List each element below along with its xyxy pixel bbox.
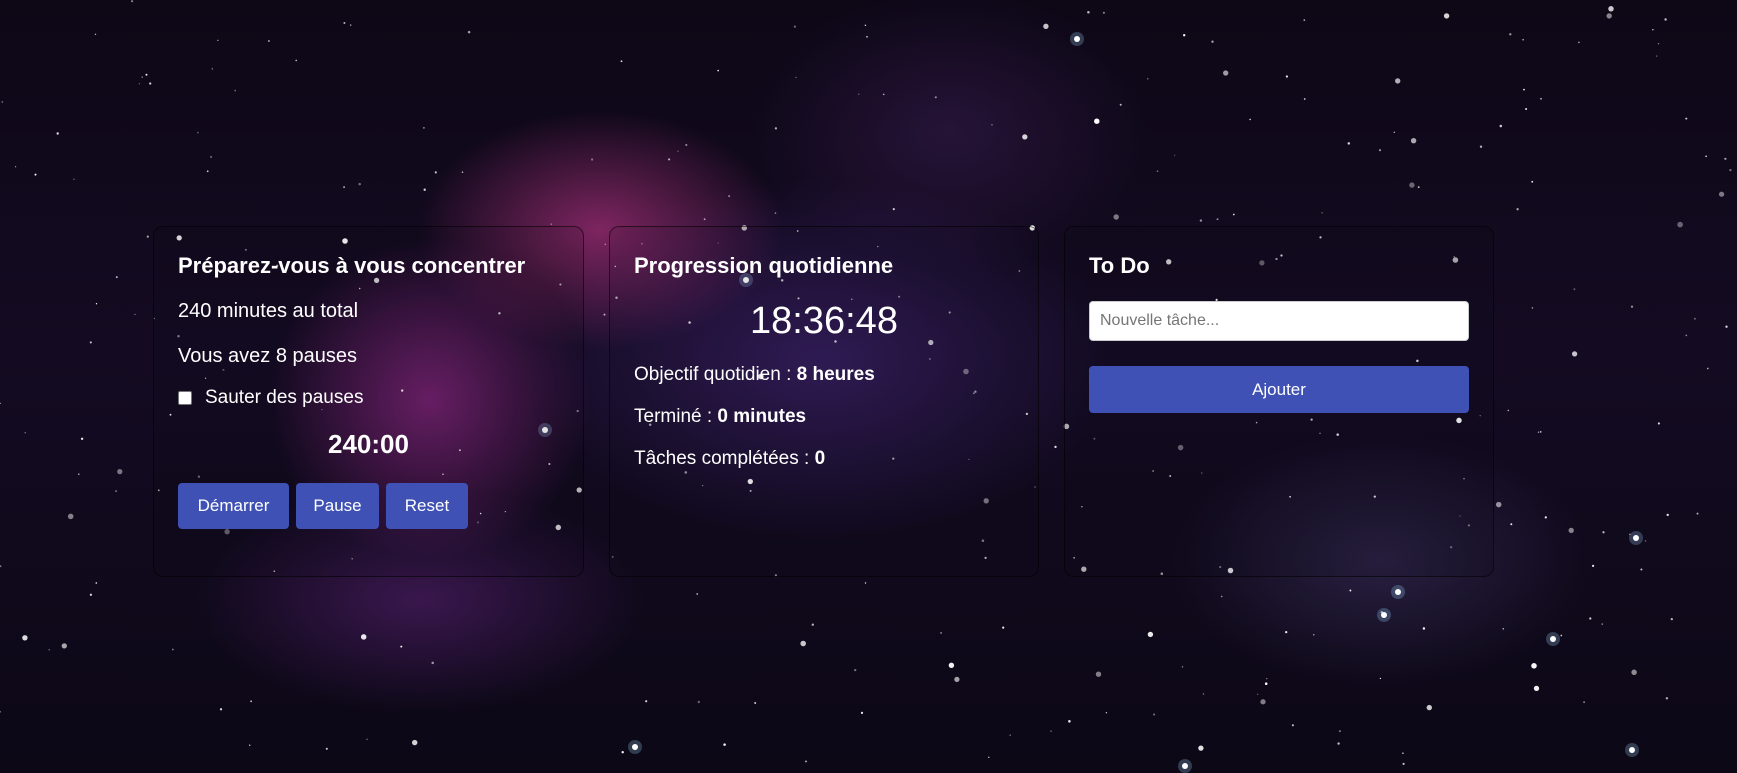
pause-button[interactable]: Pause [296, 483, 379, 529]
completed-tasks-value: 0 [814, 448, 826, 469]
daily-goal-value: 8 heures [796, 364, 875, 385]
add-task-button[interactable]: Ajouter [1089, 366, 1469, 413]
focus-title: Préparez-vous à vous concentrer [178, 253, 526, 278]
daily-progress-panel: Progression quotidienne 18:36:48 Objecti… [609, 226, 1039, 577]
todo-title: To Do [1089, 253, 1150, 278]
daily-goal-stat: Objectif quotidien : 8 heures [634, 363, 1014, 387]
completed-time-label: Terminé : [634, 406, 718, 427]
daily-goal-label: Objectif quotidien : [634, 364, 797, 385]
completed-tasks-label: Tâches complétées : [634, 448, 815, 469]
progress-title: Progression quotidienne [634, 253, 894, 278]
new-task-input[interactable] [1089, 301, 1469, 341]
skip-pauses-label[interactable]: Sauter des pauses [205, 387, 363, 409]
completed-tasks-stat: Tâches complétées : 0 [634, 447, 1014, 471]
focus-panel: Préparez-vous à vous concentrer 240 minu… [153, 226, 584, 577]
completed-time-value: 0 minutes [717, 406, 807, 427]
reset-button[interactable]: Reset [386, 483, 468, 529]
start-button[interactable]: Démarrer [178, 483, 289, 529]
todo-panel: To Do Ajouter [1064, 226, 1494, 577]
timer-controls: Démarrer Pause Reset [178, 483, 559, 529]
completed-time-stat: Terminé : 0 minutes [634, 405, 1014, 429]
current-time-clock: 18:36:48 [750, 300, 898, 342]
skip-pauses-row[interactable]: Sauter des pauses [178, 387, 559, 409]
pauses-count-text: Vous avez 8 pauses [178, 345, 358, 367]
skip-pauses-checkbox[interactable] [178, 391, 192, 405]
total-minutes-text: 240 minutes au total [178, 300, 359, 322]
focus-timer: 240:00 [328, 429, 409, 459]
